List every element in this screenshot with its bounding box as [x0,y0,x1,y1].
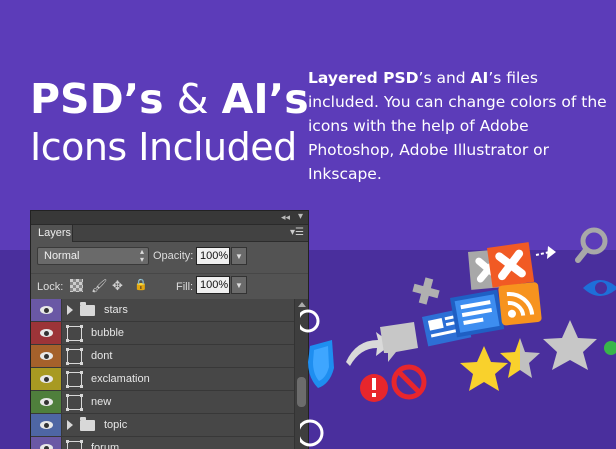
half-star-icon [520,338,540,378]
layer-row-forum[interactable]: forum [31,437,295,449]
smart-object-icon [66,394,82,410]
layer-row-exclamation[interactable]: exclamation [31,368,295,391]
headline: PSD’s & AI’s Icons Included [30,74,309,170]
icon-cluster-illustration [300,227,616,447]
folder-icon [80,417,95,431]
layer-name: bubble [91,327,125,339]
eye-icon[interactable] [40,329,53,337]
folder-icon [80,302,95,316]
close-icon[interactable]: ▾ [298,211,303,222]
panel-tabbar: Layers ▾☰ [31,225,308,242]
layer-separator [61,437,62,449]
layer-separator [61,414,62,436]
select-arrows-icon: ▴ ▾ [139,247,144,264]
panel-titlebar: ◂◂ ▾ [31,211,308,225]
eye-icon[interactable] [40,421,53,429]
layer-color-tag [31,368,61,390]
lock-move-icon[interactable]: ✥ [111,279,124,292]
flag-icon [535,246,556,259]
layer-name: exclamation [91,373,150,385]
layers-panel: ◂◂ ▾ Layers ▾☰ Normal ▴ ▾ Opacity: 100% ▼… [30,210,309,449]
layer-color-tag [31,322,61,344]
layer-name: forum [91,442,120,449]
desc-text1: ’s and [418,69,471,87]
layer-name: topic [104,419,128,431]
blend-mode-value: Normal [44,250,80,262]
layer-color-tag [31,299,61,321]
layer-color-tag [31,345,61,367]
headline-ai: AI’s [221,75,309,123]
layer-row-stars[interactable]: stars [31,299,295,322]
gray-star-icon [543,320,597,370]
layer-color-tag [31,437,61,449]
desc-bold-ai: AI [470,69,489,87]
smart-object-icon [66,440,82,449]
layer-row-topic[interactable]: topic [31,414,295,437]
speech-bubble-icon [380,322,418,362]
layer-separator [61,345,62,367]
disclosure-triangle-icon[interactable] [67,420,73,430]
tab-layers[interactable]: Layers [31,225,73,242]
layer-separator [61,322,62,344]
layer-separator [61,299,62,321]
fill-dropdown-icon[interactable]: ▼ [231,276,247,294]
disclosure-triangle-icon[interactable] [67,305,73,315]
lock-transparency-icon[interactable] [70,279,83,292]
layer-name: stars [104,304,128,316]
layer-row-dont[interactable]: dont [31,345,295,368]
smart-object-icon [66,348,82,364]
lock-brush-icon[interactable]: 🖌 [91,279,108,292]
blend-row: Normal ▴ ▾ Opacity: 100% ▼ [31,245,308,269]
eye-icon[interactable] [40,352,53,360]
magnifier-icon [575,227,608,263]
document-icon [450,289,505,338]
ring-icon [300,419,324,447]
layer-name: dont [91,350,113,362]
eye-icon[interactable] [40,444,53,449]
layer-color-tag [31,414,61,436]
rss-icon [498,282,542,326]
fill-input[interactable]: 100% [196,276,230,294]
headline-line2: Icons Included [30,125,297,169]
exclamation-icon [360,374,388,402]
layers-list: stars bubble dont exclamation new topic … [31,299,295,449]
lock-row: Lock: 🖌 ✥ 🔒 Fill: 100% ▼ [31,273,308,295]
ring-icon [300,309,320,333]
green-dot-icon [604,341,616,355]
lock-label: Lock: [37,281,64,293]
eye-icon[interactable] [40,398,53,406]
opacity-dropdown-icon[interactable]: ▼ [231,247,247,265]
layer-separator [61,368,62,390]
eye-illustration-icon [583,280,616,296]
smart-object-icon [66,371,82,387]
eye-icon[interactable] [40,306,53,314]
gold-star-icon [460,346,508,391]
description: Layered PSD’s and AI’s files included. Y… [308,66,608,186]
layer-color-tag [31,391,61,413]
layer-row-bubble[interactable]: bubble [31,322,295,345]
layer-separator [61,391,62,413]
no-entry-icon [391,364,427,400]
opacity-input[interactable]: 100% [196,247,230,265]
half-star-gold [500,338,520,378]
blend-mode-select[interactable]: Normal ▴ ▾ [37,247,149,265]
gray-x-icon [412,277,440,305]
desc-bold-psd: Layered PSD [308,69,419,87]
double-chevron-left-icon[interactable]: ◂◂ [281,212,290,223]
layer-row-new[interactable]: new [31,391,295,414]
smart-object-icon [66,325,82,341]
headline-line1: PSD’s & AI’s [30,74,309,124]
close-tile-icon [487,242,535,288]
headline-psd: PSD’s [30,75,164,123]
opacity-label: Opacity: [153,250,194,262]
layer-name: new [91,396,112,408]
lock-all-icon[interactable]: 🔒 [134,279,148,292]
eye-icon[interactable] [40,375,53,383]
fill-label: Fill: [176,281,194,293]
headline-amp: & [163,75,222,123]
